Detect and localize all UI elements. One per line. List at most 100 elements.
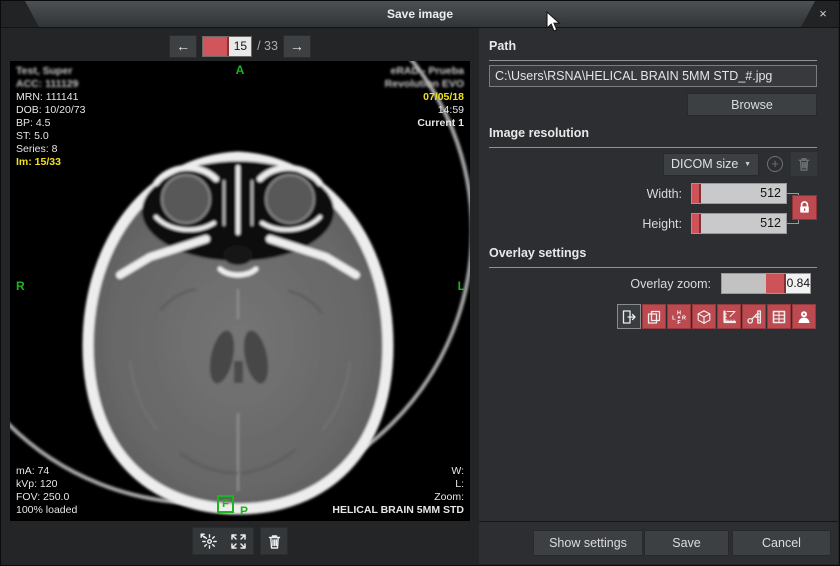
height-value: 512: [701, 214, 786, 233]
browse-button[interactable]: Browse: [687, 93, 817, 116]
frame-number-value: 15: [229, 37, 251, 56]
svg-text:F: F: [677, 320, 681, 325]
height-label: Height:: [642, 217, 682, 231]
zoom-value: Zoom:: [332, 491, 464, 504]
current-label: Current 1: [385, 117, 464, 130]
width-row: Width: 512: [647, 183, 787, 204]
chevron-down-icon: ▼: [744, 161, 751, 168]
series-description: HELICAL BRAIN 5MM STD: [332, 504, 464, 517]
corner-ruler-icon: [721, 309, 737, 325]
footer-buttons: Show settings Save Cancel: [533, 530, 831, 556]
orientation-marker-posterior: P: [240, 504, 248, 518]
plus-circle-icon: +: [767, 156, 783, 172]
copy-frames-icon: [646, 309, 662, 325]
path-input[interactable]: [489, 65, 817, 87]
overlay-acquisition-info: mA: 74 kVp: 120 FOV: 250.0 100% loaded: [16, 465, 77, 517]
svg-text:H: H: [677, 310, 681, 316]
frame-total-label: / 33: [257, 39, 278, 53]
overlay-zoom-row: Overlay zoom: 0.84: [630, 273, 811, 294]
width-spinner[interactable]: 512: [691, 183, 787, 204]
loaded-status: 100% loaded: [16, 504, 77, 517]
overlay-section-header: Overlay settings: [489, 246, 817, 268]
delete-preset-button[interactable]: [791, 152, 817, 176]
cube-3d-toggle[interactable]: [692, 304, 716, 329]
grid-overlay-toggle[interactable]: [767, 304, 791, 329]
close-button[interactable]: ×: [814, 5, 832, 23]
settings-pane: Path Browse Image resolution DICOM size …: [479, 28, 838, 564]
aspect-ratio-lock-button[interactable]: [792, 195, 817, 220]
ct-image-viewport[interactable]: Test, Super ACC: 111129 MRN: 111141 DOB:…: [10, 61, 470, 521]
bp: BP: 4.5: [16, 117, 85, 130]
grid-icon: [771, 309, 787, 325]
st: ST: 5.0: [16, 130, 85, 143]
size-preset-value: DICOM size: [671, 157, 738, 171]
arrow-right-icon: →: [290, 38, 304, 54]
reset-view-button[interactable]: [193, 528, 223, 554]
study-time: 14:59: [385, 104, 464, 117]
key-ruler-icon: [746, 309, 762, 325]
spinner-handle[interactable]: [203, 37, 229, 56]
fov-value: FOV: 250.0: [16, 491, 77, 504]
overlay-zoom-handle[interactable]: [766, 274, 786, 293]
dob: DOB: 10/20/73: [16, 104, 85, 117]
height-spinner-handle[interactable]: [692, 214, 701, 233]
overlay-zoom-track[interactable]: [722, 274, 766, 293]
add-preset-button[interactable]: +: [764, 153, 786, 175]
orientation-marker-feet-boxed: F: [217, 495, 234, 513]
height-spinner[interactable]: 512: [691, 213, 787, 234]
station-name: eRAD - Prueba: [385, 65, 464, 78]
export-overlay-icon: [621, 309, 637, 325]
width-label: Width:: [647, 187, 682, 201]
orientation-markers-toggle[interactable]: H L R F: [667, 304, 691, 329]
window-title: Save image: [1, 1, 839, 27]
svg-text:L: L: [672, 315, 676, 321]
calibration-overlay-toggle[interactable]: [742, 304, 766, 329]
resolution-section-header: Image resolution: [489, 126, 817, 148]
delete-image-button[interactable]: [260, 527, 288, 555]
ruler-overlay-toggle[interactable]: [717, 304, 741, 329]
orientation-marker-right: R: [16, 279, 25, 293]
scanner-model: Revolution EVO: [385, 78, 464, 91]
cancel-button[interactable]: Cancel: [732, 530, 831, 556]
orientation-marker-anterior: A: [236, 63, 245, 77]
ma-value: mA: 74: [16, 465, 77, 478]
footer-divider: [479, 521, 838, 522]
window-value: W:: [332, 465, 464, 478]
trash-icon: [266, 533, 283, 550]
viewport-tool-group: [192, 527, 254, 555]
height-row: Height: 512: [642, 213, 787, 234]
overlay-zoom-value: 0.84: [786, 274, 810, 293]
expand-arrows-icon: [230, 533, 247, 550]
overlay-patient-info: Test, Super ACC: 111129 MRN: 111141 DOB:…: [16, 65, 85, 169]
study-date: 07/05/18: [385, 91, 464, 104]
mrn: MRN: 111141: [16, 91, 85, 104]
stack-overlay-toggle[interactable]: [642, 304, 666, 329]
cube-3d-icon: [696, 309, 712, 325]
size-preset-dropdown[interactable]: DICOM size ▼: [663, 153, 759, 176]
level-value: L:: [332, 478, 464, 491]
image-preview-pane: ← 15 / 33 →: [2, 28, 479, 564]
frame-number-spinner[interactable]: 15: [202, 36, 252, 57]
lock-icon: [797, 200, 812, 215]
overlay-export-toggle[interactable]: [617, 304, 641, 329]
patient-icon: [796, 309, 812, 325]
width-value: 512: [701, 184, 786, 203]
titlebar[interactable]: Save image ×: [1, 1, 839, 28]
kvp-value: kVp: 120: [16, 478, 77, 491]
series-number: Series: 8: [16, 143, 85, 156]
show-settings-button[interactable]: Show settings: [533, 530, 643, 556]
resolution-preset-row: DICOM size ▼ +: [663, 152, 817, 176]
fit-to-window-button[interactable]: [223, 528, 253, 554]
viewport-toolbar: [10, 527, 470, 555]
previous-frame-button[interactable]: ←: [169, 35, 197, 58]
save-image-dialog: Save image × ← 15 / 33 →: [0, 0, 840, 566]
accession-number: ACC: 111129: [16, 78, 85, 91]
save-button[interactable]: Save: [644, 530, 729, 556]
image-counter: Im: 15/33: [16, 156, 85, 169]
next-frame-button[interactable]: →: [283, 35, 311, 58]
patient-info-toggle[interactable]: [792, 304, 816, 329]
trash-disabled-icon: [796, 156, 812, 172]
overlay-zoom-slider[interactable]: 0.84: [721, 273, 811, 294]
width-spinner-handle[interactable]: [692, 184, 701, 203]
orientation-marker-left: L: [458, 279, 465, 293]
